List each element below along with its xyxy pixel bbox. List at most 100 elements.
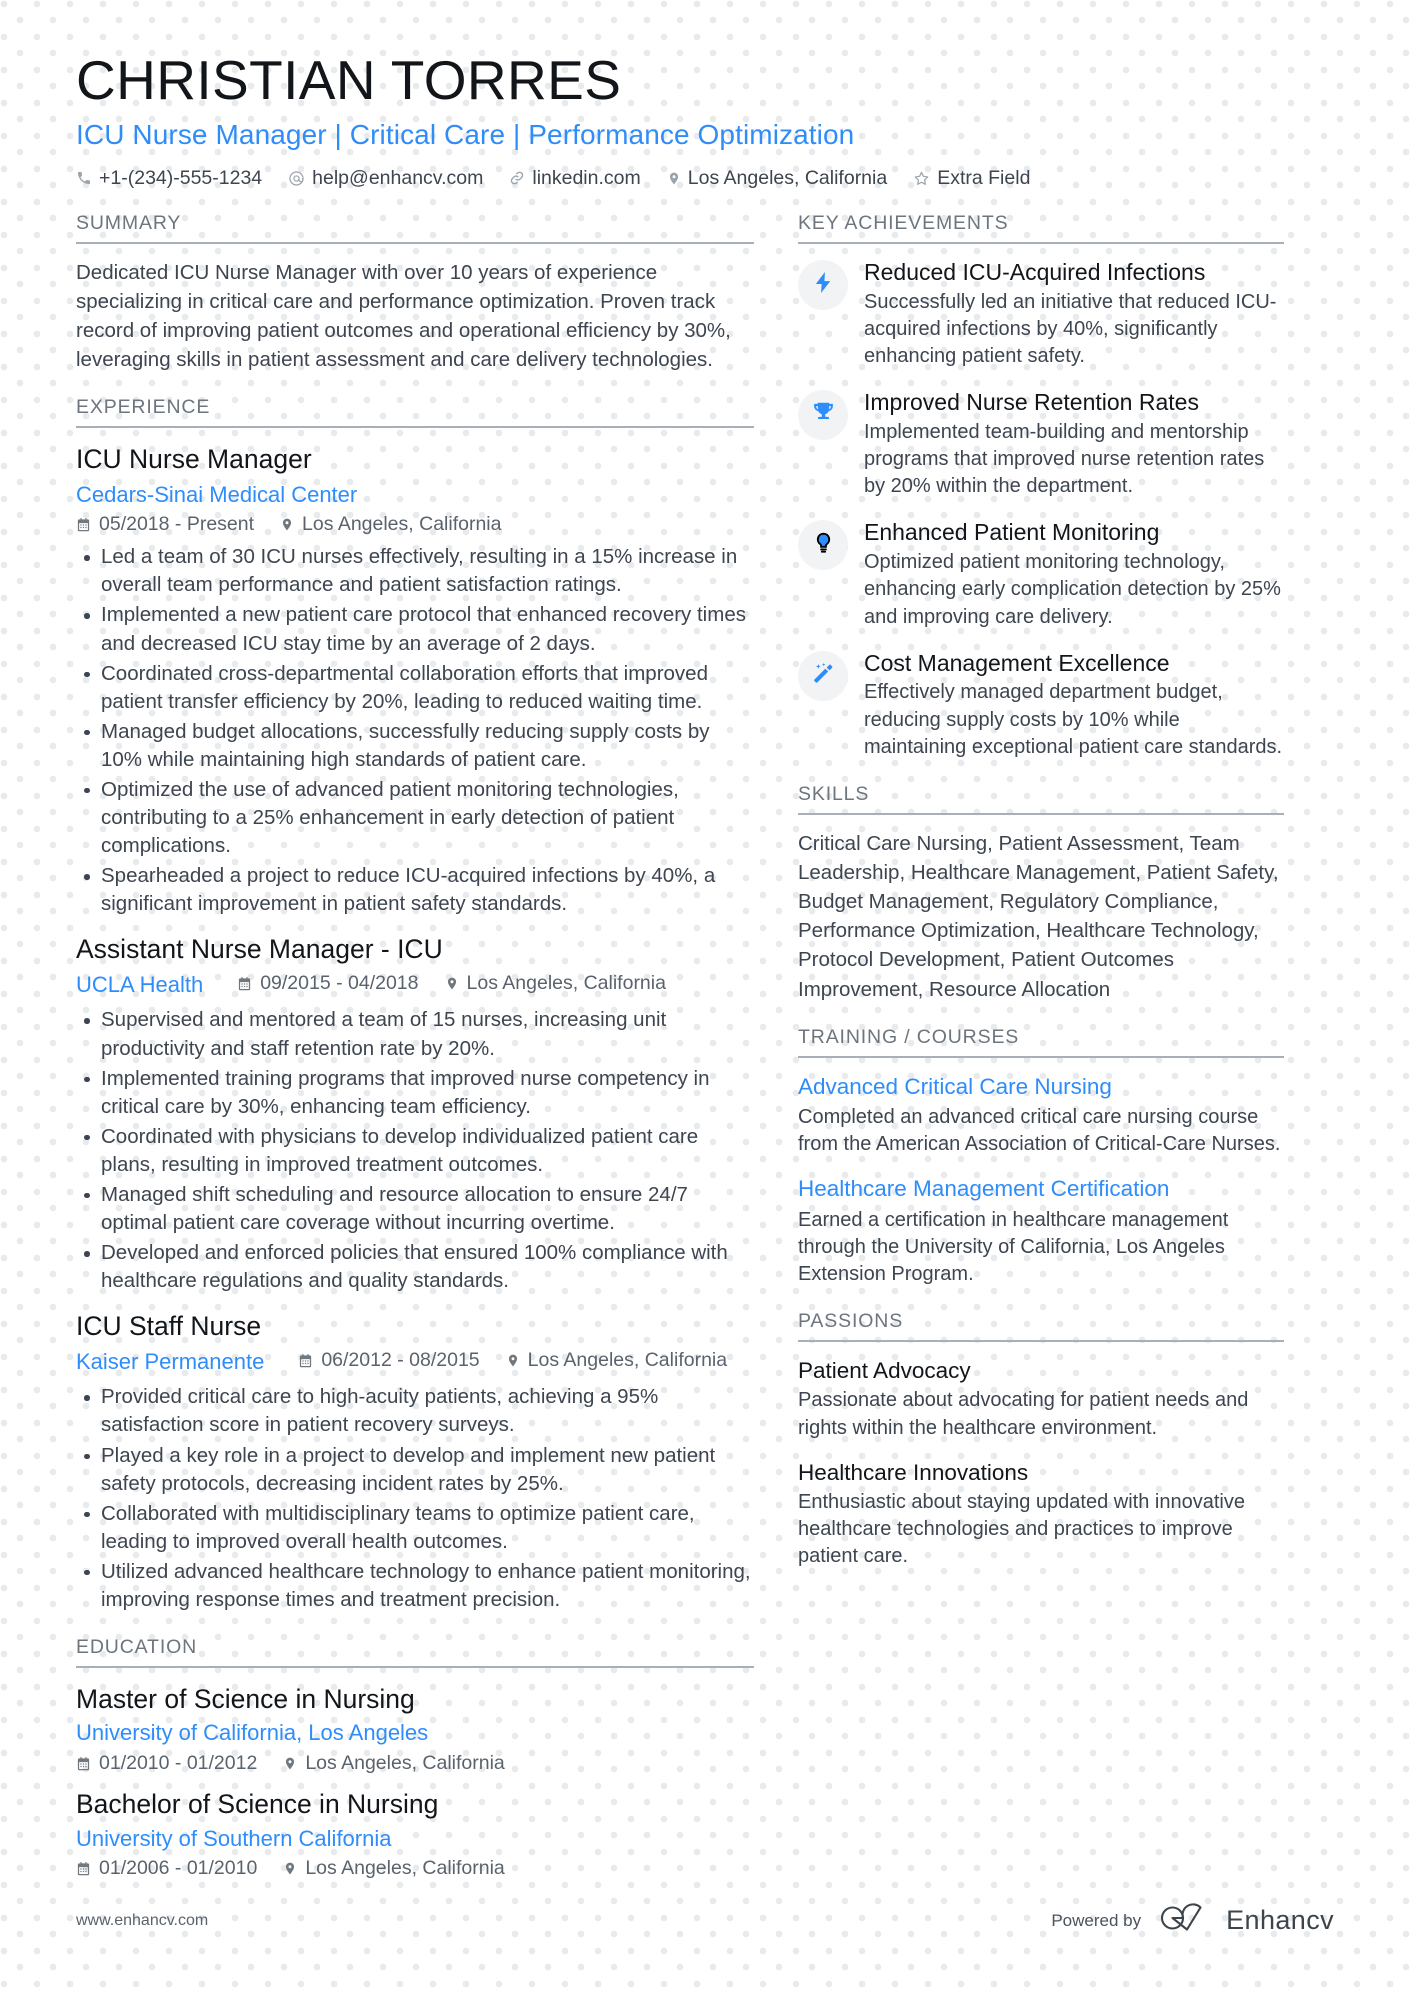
- entry-location-label: Los Angeles, California: [466, 972, 666, 995]
- magic-wand-icon: [812, 662, 835, 690]
- bolt-icon-wrapper: [798, 259, 848, 310]
- job-bullet: Optimized the use of advanced patient mo…: [76, 776, 754, 860]
- training-title[interactable]: Healthcare Management Certification: [798, 1174, 1284, 1203]
- bolt-icon: [812, 271, 835, 299]
- calendar-icon: [76, 1861, 91, 1877]
- achievement-title: Reduced ICU-Acquired Infections: [864, 258, 1206, 285]
- contact-item-label: +1-(234)-555-1234: [99, 166, 263, 189]
- job-bullet: Collaborated with multidisciplinary team…: [76, 1500, 754, 1556]
- phone-icon: [76, 170, 92, 186]
- job-bullet: Utilized advanced healthcare technology …: [76, 1558, 754, 1614]
- section-achievements: KEY ACHIEVEMENTS Reduced ICU-Acquired In…: [798, 212, 1284, 761]
- trophy-icon: [812, 401, 835, 429]
- passion-title: Patient Advocacy: [798, 1358, 971, 1384]
- resume-page: CHRISTIAN TORRES ICU Nurse Manager | Cri…: [0, 0, 1410, 1995]
- date-range: 01/2006 - 01/2010: [76, 1857, 257, 1880]
- job-bullet: Managed budget allocations, successfully…: [76, 718, 754, 774]
- achievement-desc: Optimized patient monitoring technology,…: [864, 551, 1281, 628]
- achievements-list: Reduced ICU-Acquired Infections Successfu…: [798, 244, 1284, 761]
- job-title: Assistant Nurse Manager - ICU: [76, 934, 443, 965]
- achievement-item: Improved Nurse Retention Rates Implemente…: [798, 388, 1284, 500]
- contact-item-2[interactable]: linkedin.com: [509, 167, 641, 190]
- achievement-desc: Effectively managed department budget, r…: [864, 681, 1283, 758]
- job-bullet: Supervised and mentored a team of 15 nur…: [76, 1006, 754, 1062]
- training-list: Advanced Critical Care Nursing Completed …: [798, 1058, 1284, 1288]
- location-icon: [445, 975, 459, 992]
- training-entry: Healthcare Management Certification Earne…: [798, 1174, 1284, 1288]
- entry-meta: 05/2018 - Present Los Angeles, California: [76, 513, 754, 536]
- calendar-icon: [76, 517, 91, 533]
- entry-location: Los Angeles, California: [283, 1752, 505, 1775]
- achievement-title: Improved Nurse Retention Rates: [864, 389, 1199, 416]
- education-entry: Master of Science in Nursing University o…: [76, 1682, 754, 1775]
- training-desc: Earned a certification in healthcare man…: [798, 1208, 1229, 1285]
- section-heading-training: TRAINING / COURSES: [798, 1026, 1284, 1058]
- entry-meta: 01/2006 - 01/2010 Los Angeles, California: [76, 1857, 754, 1880]
- contact-item-4[interactable]: Extra Field: [913, 167, 1030, 190]
- contact-row: +1-(234)-555-1234 help@enhancv.com linkedi…: [76, 167, 1334, 190]
- education-school[interactable]: University of California, Los Angeles: [76, 1718, 754, 1748]
- section-heading-summary: SUMMARY: [76, 212, 754, 244]
- achievement-text: Reduced ICU-Acquired Infections Successfu…: [864, 258, 1284, 370]
- achievement-desc: Successfully led an initiative that redu…: [864, 290, 1277, 367]
- job-company[interactable]: UCLA Health: [76, 970, 203, 1000]
- section-heading-experience: EXPERIENCE: [76, 396, 754, 429]
- passion-title: Healthcare Innovations: [798, 1459, 1029, 1485]
- powered-by-label: Powered by: [1051, 1910, 1142, 1930]
- section-passions: PASSIONS Patient Advocacy Passionate abou…: [798, 1310, 1284, 1570]
- passion-desc: Passionate about advocating for patient …: [798, 1389, 1249, 1439]
- contact-item-0[interactable]: +1-(234)-555-1234: [76, 167, 262, 190]
- star-icon: [913, 170, 930, 187]
- footer-url[interactable]: www.enhancv.com: [76, 1912, 208, 1930]
- experience-entry: ICU Staff Nurse Kaiser Permanente 06/2012 …: [76, 1309, 754, 1614]
- entry-meta: 01/2010 - 01/2012 Los Angeles, California: [76, 1752, 754, 1775]
- entry-location: Los Angeles, California: [280, 513, 502, 536]
- right-column: KEY ACHIEVEMENTS Reduced ICU-Acquired In…: [798, 212, 1284, 1593]
- achievement-item: Reduced ICU-Acquired Infections Successfu…: [798, 258, 1284, 370]
- job-company-meta-row: Kaiser Permanente 06/2012 - 08/2015 Los An…: [76, 1347, 754, 1377]
- location-icon: [283, 1755, 297, 1772]
- professional-headline: ICU Nurse Manager | Critical Care | Perf…: [76, 118, 855, 150]
- training-desc: Completed an advanced critical care nurs…: [798, 1105, 1281, 1156]
- calendar-icon: [298, 1353, 313, 1369]
- section-heading-passions: PASSIONS: [798, 1310, 1284, 1343]
- contact-item-3[interactable]: Los Angeles, California: [667, 167, 887, 190]
- achievement-item: Enhanced Patient Monitoring Optimized pat…: [798, 518, 1284, 630]
- experience-entry: ICU Nurse Manager Cedars-Sinai Medical Ce…: [76, 442, 754, 918]
- job-company[interactable]: Kaiser Permanente: [76, 1347, 264, 1377]
- job-company-meta-row: UCLA Health 09/2015 - 04/2018 Los Angeles,…: [76, 970, 754, 1000]
- date-range-label: 09/2015 - 04/2018: [260, 972, 419, 995]
- job-company[interactable]: Cedars-Sinai Medical Center: [76, 480, 754, 510]
- job-bullet: Developed and enforced policies that ens…: [76, 1239, 754, 1295]
- education-school[interactable]: University of Southern California: [76, 1824, 754, 1854]
- section-summary: SUMMARY Dedicated ICU Nurse Manager with…: [76, 212, 754, 374]
- email-icon: [288, 170, 305, 187]
- lightbulb-icon-wrapper: [798, 520, 848, 571]
- achievement-desc: Implemented team-building and mentorship…: [864, 420, 1265, 498]
- link-icon: [509, 170, 525, 186]
- section-skills: SKILLS Critical Care Nursing, Patient As…: [798, 783, 1284, 1004]
- job-bullet: Coordinated cross-departmental collabora…: [76, 660, 754, 716]
- job-bullet: Managed shift scheduling and resource al…: [76, 1181, 754, 1237]
- job-bullet-list: Supervised and mentored a team of 15 nur…: [76, 1006, 754, 1295]
- entry-location-label: Los Angeles, California: [302, 513, 502, 536]
- resume-header: CHRISTIAN TORRES ICU Nurse Manager | Cri…: [76, 49, 1334, 190]
- passion-desc: Enthusiastic about staying updated with …: [798, 1490, 1245, 1568]
- achievement-item: Cost Management Excellence Effectively ma…: [798, 649, 1284, 761]
- magic-wand-icon-wrapper: [798, 650, 848, 701]
- achievement-text: Improved Nurse Retention Rates Implemente…: [864, 388, 1284, 500]
- experience-entry: Assistant Nurse Manager - ICU UCLA Health…: [76, 932, 754, 1295]
- education-list: Master of Science in Nursing University o…: [76, 1668, 754, 1880]
- date-range: 06/2012 - 08/2015: [298, 1349, 480, 1372]
- date-range: 01/2010 - 01/2012: [76, 1752, 257, 1775]
- contact-item-label: help@enhancv.com: [312, 166, 484, 189]
- training-title[interactable]: Advanced Critical Care Nursing: [798, 1072, 1284, 1101]
- date-range-label: 01/2006 - 01/2010: [99, 1857, 258, 1880]
- footer-brand-block: Powered by Enhancv: [1051, 1902, 1334, 1939]
- page-title: CHRISTIAN TORRES: [76, 49, 622, 111]
- contact-item-1[interactable]: help@enhancv.com: [288, 167, 483, 190]
- education-entry: Bachelor of Science in Nursing University…: [76, 1787, 754, 1880]
- achievement-title: Enhanced Patient Monitoring: [864, 519, 1160, 546]
- enhancv-brand: Enhancv: [1159, 1902, 1334, 1939]
- entry-location: Los Angeles, California: [445, 972, 666, 995]
